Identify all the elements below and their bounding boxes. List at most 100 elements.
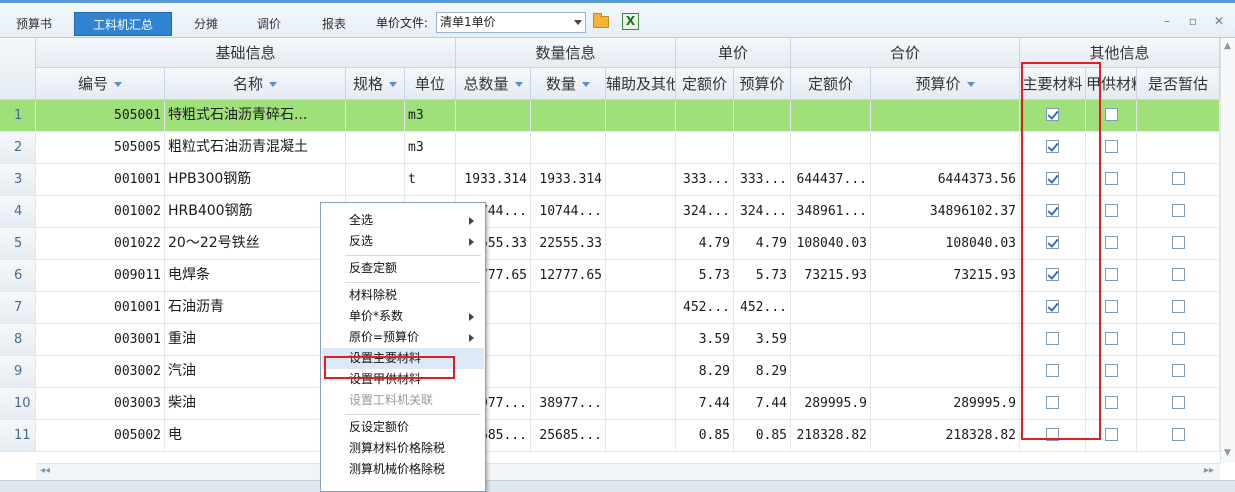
main-checkbox[interactable] bbox=[1046, 267, 1059, 281]
cell-aux[interactable] bbox=[606, 100, 676, 132]
cell-qty[interactable] bbox=[531, 356, 606, 388]
cell-qty[interactable]: 22555.33 bbox=[531, 228, 606, 260]
cell-u_budget[interactable]: 4.79 bbox=[734, 228, 791, 260]
menu-item[interactable]: 反查定额 bbox=[322, 258, 484, 279]
cell-t_quota[interactable] bbox=[791, 356, 871, 388]
cell-t_budget[interactable] bbox=[871, 324, 1020, 356]
supply-checkbox[interactable] bbox=[1104, 235, 1118, 249]
cell-t_quota[interactable] bbox=[791, 100, 871, 132]
table-row[interactable]: 6 009011 电焊条 777.65 12777.65 5.73 5.73 73215.93… bbox=[0, 260, 1220, 292]
cell-aux[interactable] bbox=[606, 420, 676, 452]
folder-open-icon[interactable] bbox=[593, 13, 609, 28]
menu-item[interactable]: 单价*系数 bbox=[322, 306, 484, 327]
cell-code[interactable]: 009011 bbox=[36, 260, 165, 292]
close-button[interactable]: ✕ bbox=[1212, 14, 1226, 28]
cell-u_budget[interactable]: 333... bbox=[734, 164, 791, 196]
column-header[interactable]: 定额价 bbox=[791, 68, 871, 100]
cell-aux[interactable] bbox=[606, 196, 676, 228]
cell-t_budget[interactable]: 73215.93 bbox=[871, 260, 1020, 292]
cell-t_budget[interactable]: 108040.03 bbox=[871, 228, 1020, 260]
supply-checkbox[interactable] bbox=[1104, 427, 1118, 441]
cell-spec[interactable] bbox=[346, 132, 405, 164]
est-checkbox[interactable] bbox=[1171, 267, 1185, 281]
sort-dropdown-icon[interactable] bbox=[966, 82, 975, 87]
cell-code[interactable]: 001001 bbox=[36, 164, 165, 196]
cell-aux[interactable] bbox=[606, 292, 676, 324]
table-row[interactable]: 9 003002 汽油 8.29 8.29 bbox=[0, 356, 1220, 388]
cell-code[interactable]: 003003 bbox=[36, 388, 165, 420]
cell-total_qty[interactable] bbox=[456, 100, 531, 132]
cell-code[interactable]: 005002 bbox=[36, 420, 165, 452]
menu-item[interactable]: 测算机械价格除税 bbox=[322, 459, 484, 480]
cell-code[interactable]: 001001 bbox=[36, 292, 165, 324]
cell-u_budget[interactable]: 5.73 bbox=[734, 260, 791, 292]
cell-u_budget[interactable]: 324... bbox=[734, 196, 791, 228]
column-header[interactable]: 单位 bbox=[405, 68, 456, 100]
restore-button[interactable]: ▫ bbox=[1186, 14, 1200, 28]
cell-u_budget[interactable] bbox=[734, 132, 791, 164]
cell-unit[interactable]: t bbox=[405, 164, 456, 196]
scroll-right-icon[interactable]: ▸▸ bbox=[1204, 465, 1214, 476]
main-checkbox[interactable] bbox=[1046, 331, 1059, 345]
cell-qty[interactable]: 12777.65 bbox=[531, 260, 606, 292]
table-row[interactable]: 10 003003 柴油 977... 38977... 7.44 7.44 289995.9… bbox=[0, 388, 1220, 420]
tab-1[interactable]: 工料机汇总 bbox=[74, 12, 172, 36]
est-checkbox[interactable] bbox=[1171, 299, 1185, 313]
cell-unit[interactable]: m3 bbox=[405, 100, 456, 132]
cell-u_quota[interactable] bbox=[676, 100, 734, 132]
est-checkbox[interactable] bbox=[1171, 395, 1185, 409]
sort-dropdown-icon[interactable] bbox=[389, 82, 397, 87]
cell-t_budget[interactable] bbox=[871, 292, 1020, 324]
cell-name[interactable]: 石油沥青 bbox=[165, 292, 346, 324]
cell-u_budget[interactable]: 0.85 bbox=[734, 420, 791, 452]
vertical-scrollbar[interactable]: ▲ ▼ bbox=[1220, 38, 1235, 463]
cell-t_quota[interactable]: 348961... bbox=[791, 196, 871, 228]
cell-t_quota[interactable]: 108040.03 bbox=[791, 228, 871, 260]
tab-4[interactable]: 报表 bbox=[306, 12, 362, 36]
cell-name[interactable]: 汽油 bbox=[165, 356, 346, 388]
cell-t_budget[interactable] bbox=[871, 100, 1020, 132]
est-checkbox[interactable] bbox=[1171, 171, 1185, 185]
scroll-left-icon[interactable]: ◂◂ bbox=[40, 465, 50, 476]
table-row[interactable]: 3 001001 HPB300钢筋 t 1933.314 1933.314 333... 33… bbox=[0, 164, 1220, 196]
menu-item[interactable]: 材料除税 bbox=[322, 285, 484, 306]
cell-name[interactable]: HPB300钢筋 bbox=[165, 164, 346, 196]
cell-unit[interactable]: m3 bbox=[405, 132, 456, 164]
menu-item[interactable]: 反选 bbox=[322, 231, 484, 252]
cell-t_budget[interactable]: 6444373.56 bbox=[871, 164, 1020, 196]
menu-item[interactable]: 设置主要材料 bbox=[322, 348, 484, 369]
cell-qty[interactable]: 25685... bbox=[531, 420, 606, 452]
tab-0[interactable]: 预算书 bbox=[3, 12, 65, 36]
cell-u_quota[interactable]: 4.79 bbox=[676, 228, 734, 260]
cell-code[interactable]: 001022 bbox=[36, 228, 165, 260]
unit-price-file-select[interactable]: 清单1单价 bbox=[436, 12, 586, 33]
main-checkbox[interactable] bbox=[1046, 107, 1059, 121]
cell-u_quota[interactable]: 3.59 bbox=[676, 324, 734, 356]
table-row[interactable]: 4 001002 HRB400钢筋 744... 10744... 324... 324..… bbox=[0, 196, 1220, 228]
cell-qty[interactable] bbox=[531, 292, 606, 324]
cell-name[interactable]: 电 bbox=[165, 420, 346, 452]
table-row[interactable]: 5 001022 20～22号铁丝 555.33 22555.33 4.79 4.79 108… bbox=[0, 228, 1220, 260]
supply-checkbox[interactable] bbox=[1104, 267, 1118, 281]
cell-name[interactable]: HRB400钢筋 bbox=[165, 196, 346, 228]
column-header[interactable]: 定额价 bbox=[676, 68, 734, 100]
supply-checkbox[interactable] bbox=[1104, 203, 1118, 217]
table-row[interactable]: 2 505005 粗粒式石油沥青混凝土 m3 bbox=[0, 132, 1220, 164]
main-checkbox[interactable] bbox=[1046, 203, 1059, 217]
cell-name[interactable]: 粗粒式石油沥青混凝土 bbox=[165, 132, 346, 164]
supply-checkbox[interactable] bbox=[1104, 299, 1118, 313]
cell-u_quota[interactable]: 5.73 bbox=[676, 260, 734, 292]
sort-dropdown-icon[interactable] bbox=[269, 82, 277, 87]
supply-checkbox[interactable] bbox=[1104, 395, 1118, 409]
cell-spec[interactable] bbox=[346, 100, 405, 132]
column-header[interactable]: 是否暂估 bbox=[1137, 68, 1220, 100]
table-row[interactable]: 7 001001 石油沥青 452... 452... bbox=[0, 292, 1220, 324]
cell-u_budget[interactable] bbox=[734, 100, 791, 132]
cell-t_budget[interactable] bbox=[871, 356, 1020, 388]
column-header[interactable]: 甲供材料 bbox=[1086, 68, 1137, 100]
main-checkbox[interactable] bbox=[1046, 235, 1059, 249]
cell-code[interactable]: 505001 bbox=[36, 100, 165, 132]
cell-t_quota[interactable] bbox=[791, 132, 871, 164]
column-header[interactable]: 规格 bbox=[346, 68, 405, 100]
cell-name[interactable]: 柴油 bbox=[165, 388, 346, 420]
